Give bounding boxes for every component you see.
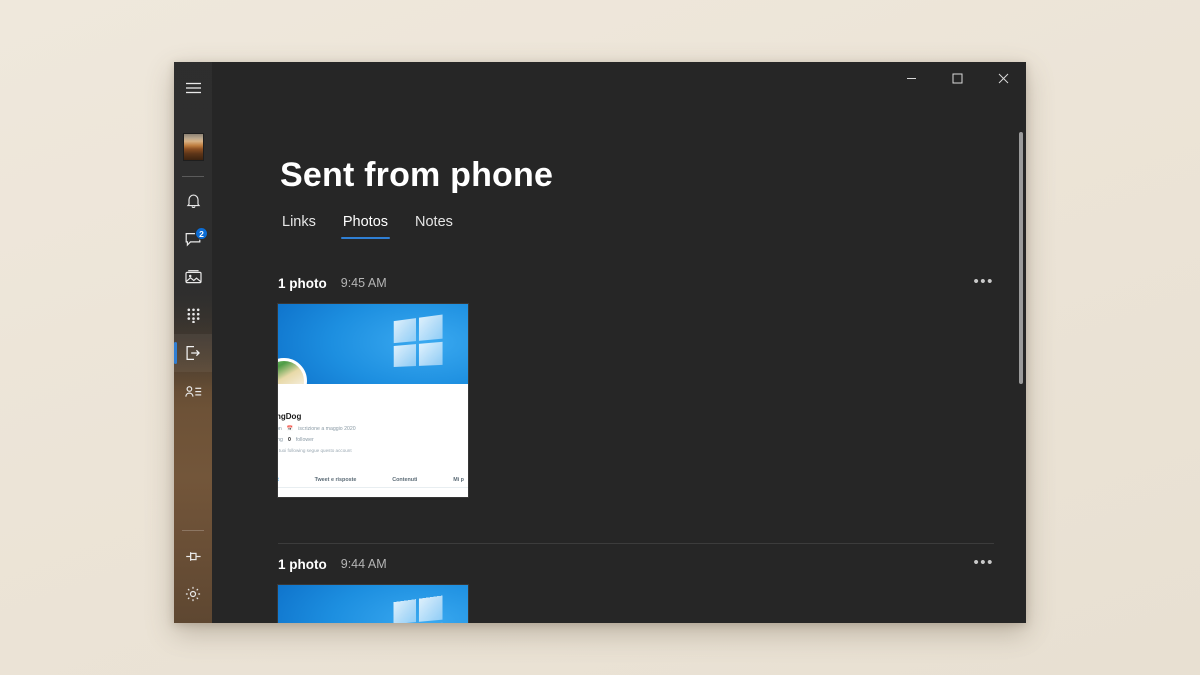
close-button[interactable] — [980, 62, 1026, 94]
sidebar-item-photos[interactable] — [174, 258, 212, 296]
sidebar-divider-bottom — [182, 530, 204, 531]
maximize-button[interactable] — [934, 62, 980, 94]
thumbnail-rule — [278, 487, 468, 488]
your-phone-app-window: 2 Sent from phone Links Photos Notes 1 p… — [174, 62, 1026, 623]
thumbnail-following: ing — [278, 437, 283, 443]
sidebar-item-sent-from-phone[interactable] — [174, 334, 212, 372]
thumbnail-tab-2: Contenuti — [392, 477, 418, 483]
main-content: Sent from phone Links Photos Notes 1 pho… — [212, 94, 1026, 623]
tab-notes[interactable]: Notes — [413, 212, 455, 239]
entry-time: 9:45 AM — [340, 276, 387, 290]
thumbnail-banner — [278, 585, 468, 623]
thumbnail-followers-label: follower — [295, 437, 314, 443]
hamburger-icon[interactable] — [174, 69, 212, 107]
tab-photos[interactable]: Photos — [340, 212, 391, 239]
scrollbar-thumb[interactable] — [1019, 132, 1023, 384]
windows-logo-icon — [393, 314, 443, 368]
thumbnail-tab-1: Tweet e risposte — [314, 477, 357, 483]
thumbnail-tab-0: et — [278, 477, 279, 483]
sidebar-item-contacts[interactable] — [174, 372, 212, 410]
tabstrip: Links Photos Notes — [280, 212, 455, 239]
thumbnail-meta-location: on — [278, 426, 282, 432]
thumbnail-profile-body: ngDog on 📅 iscrizione a maggio 2020 ing … — [278, 384, 468, 497]
entry-count: 1 photo — [278, 275, 327, 291]
more-options-icon[interactable]: ••• — [973, 274, 994, 293]
gear-icon[interactable] — [174, 575, 212, 613]
thumbnail-meta-joined: iscrizione a maggio 2020 — [298, 426, 356, 432]
tab-links[interactable]: Links — [280, 212, 318, 239]
sidebar-divider-top — [182, 176, 204, 177]
list-item[interactable]: 1 photo 9:44 AM ••• ••• — [212, 543, 1026, 623]
thumbnail-note: ei tuoi following segue questo account — [278, 448, 352, 453]
thumbnail-profile-name: ngDog — [278, 412, 302, 421]
photo-thumbnail[interactable]: ••• ngDog on 📅 iscrizione a maggio 2020 … — [277, 584, 469, 623]
sidebar-item-calls[interactable] — [174, 296, 212, 334]
windows-logo-icon — [393, 595, 443, 623]
thumbnail-follow-meta: ing 0 follower — [278, 437, 462, 443]
calendar-icon: 📅 — [286, 426, 294, 432]
minimize-button[interactable] — [888, 62, 934, 94]
photo-thumbnail[interactable]: ••• ngDog on 📅 iscrizione a maggio 2020 … — [277, 303, 469, 498]
sidebar-item-notifications[interactable] — [174, 182, 212, 220]
navigation-sidebar: 2 — [174, 62, 212, 623]
more-options-icon[interactable]: ••• — [973, 555, 994, 574]
photo-list[interactable]: 1 photo 9:45 AM ••• ••• — [212, 262, 1026, 623]
thumbnail-followers-count: 0 — [287, 437, 291, 443]
thumbnail-tab-3: Mi p — [453, 477, 464, 483]
window-titlebar — [212, 62, 1026, 94]
messages-badge: 2 — [195, 227, 208, 240]
entry-time: 9:44 AM — [340, 557, 387, 571]
entry-header: 1 photo 9:44 AM ••• — [212, 543, 1026, 585]
sidebar-item-messages[interactable]: 2 — [174, 220, 212, 258]
entry-header: 1 photo 9:45 AM ••• — [212, 262, 1026, 304]
thumbnail-profile-meta: on 📅 iscrizione a maggio 2020 — [278, 426, 462, 432]
thumbnail-banner — [278, 304, 468, 384]
pin-icon[interactable] — [174, 537, 212, 575]
avatar-image — [182, 133, 204, 161]
scrollbar[interactable] — [1018, 132, 1024, 623]
avatar[interactable] — [174, 127, 212, 167]
thumbnail-tabstrip: et Tweet e risposte Contenuti Mi p — [278, 477, 468, 483]
entry-count: 1 photo — [278, 556, 327, 572]
page-title: Sent from phone — [280, 156, 554, 194]
list-item[interactable]: 1 photo 9:45 AM ••• ••• — [212, 262, 1026, 498]
